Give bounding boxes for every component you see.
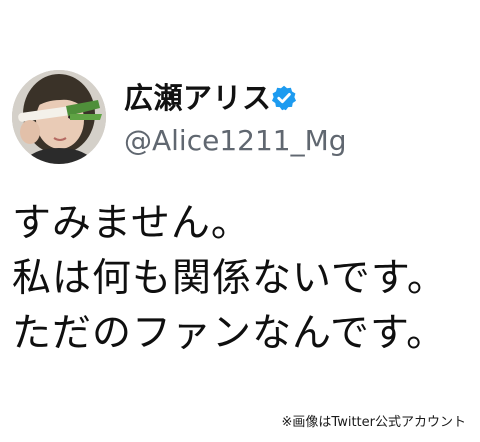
tweet-text: すみません。 私は何も関係ないです。 ただのファンなんです。 [12,196,472,361]
tweet-line: すみません。 [12,201,251,246]
user-handle[interactable]: @Alice1211_Mg [124,124,347,158]
verified-badge-icon [271,85,297,111]
avatar-photo [12,70,106,164]
display-name[interactable]: 広瀬アリス [124,80,272,116]
avatar[interactable] [12,70,106,164]
tweet-card: 広瀬アリス @Alice1211_Mg すみません。 私は何も関係ないです。 た… [0,0,480,442]
tweet-line: ただのファンなんです。 [12,311,447,356]
image-source-caption: ※画像はTwitter公式アカウント [281,415,466,430]
tweet-line: 私は何も関係ないです。 [12,256,447,301]
